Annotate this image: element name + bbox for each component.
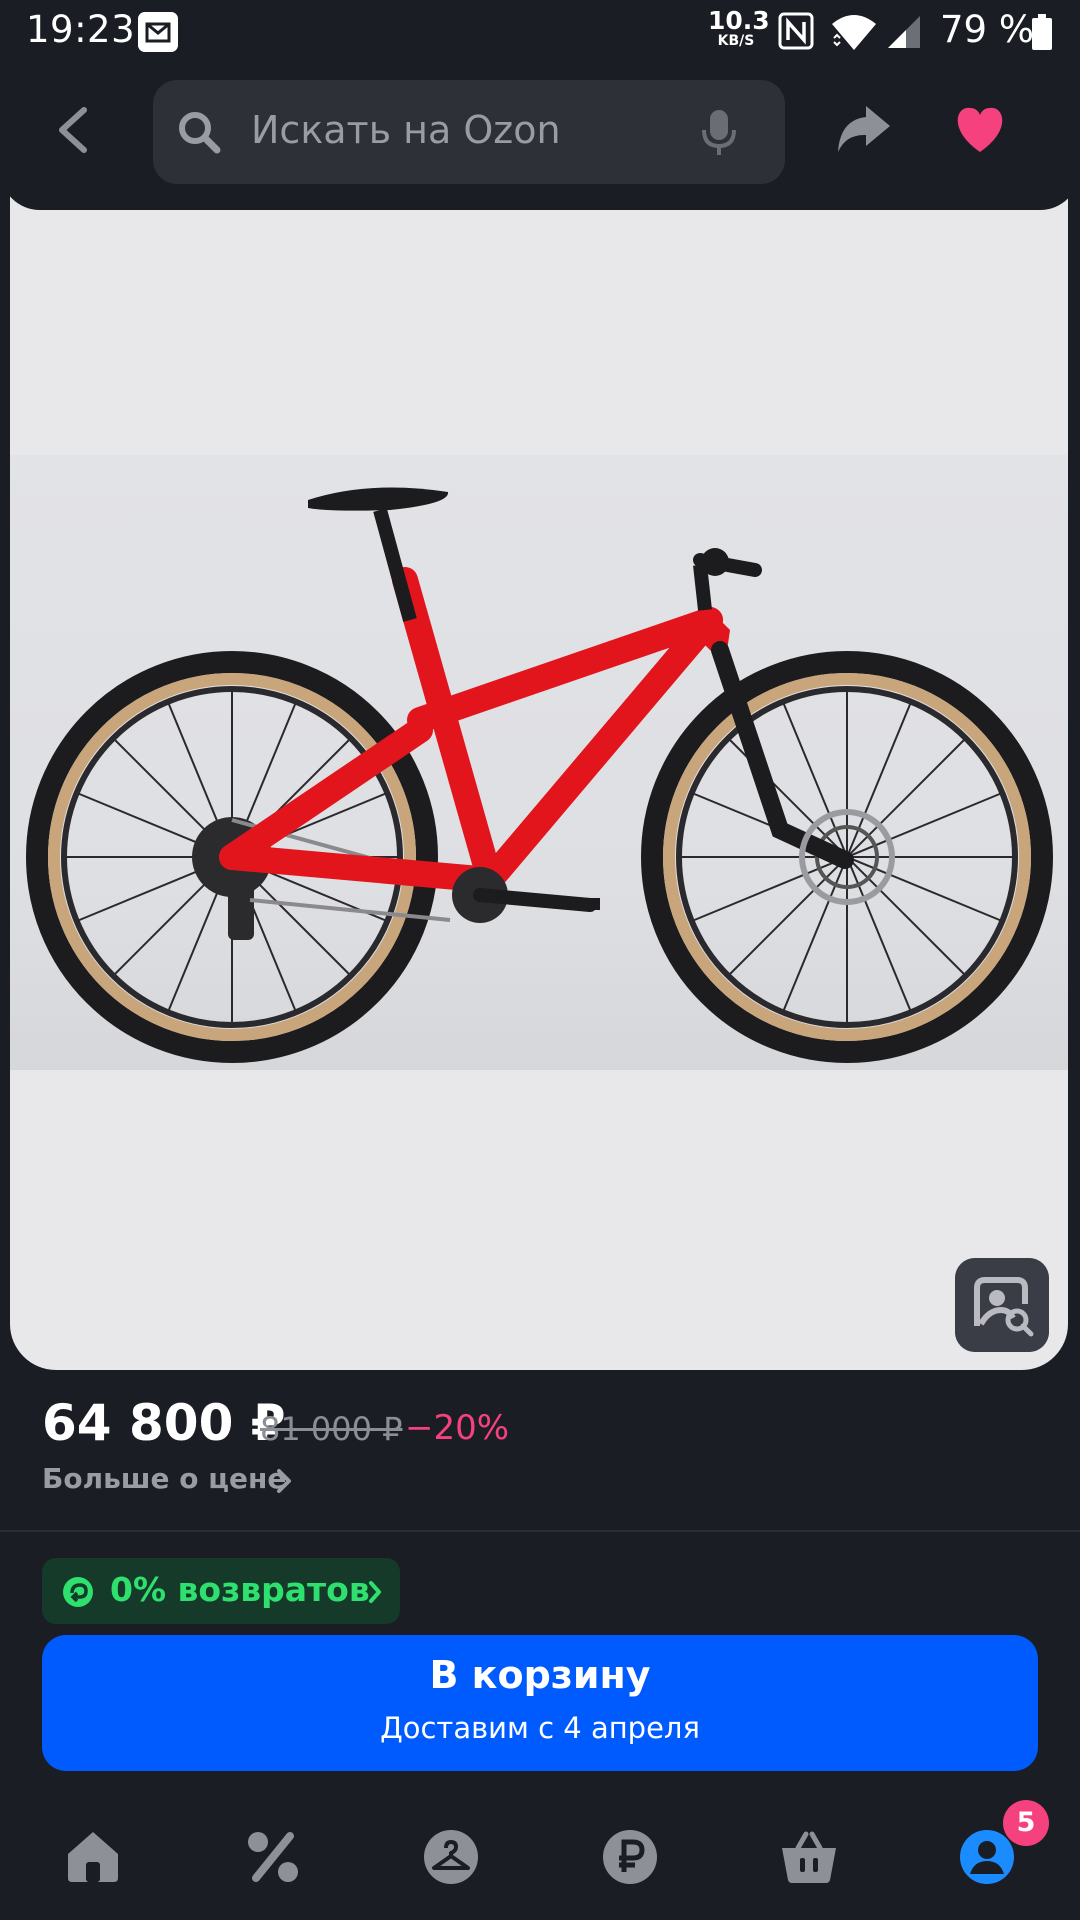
fresh-hanger-icon[interactable] [422, 1828, 480, 1886]
share-icon[interactable] [836, 104, 892, 156]
add-to-cart-button[interactable]: В корзину Доставим с 4 апреля [42, 1635, 1038, 1771]
returns-label: 0% возвратов [110, 1570, 370, 1609]
product-photo-bicycle [26, 487, 1053, 1063]
delivery-date-label: Доставим с 4 апреля [380, 1711, 700, 1745]
image-search-button[interactable] [955, 1258, 1049, 1352]
network-speed-unit: KB/S [717, 33, 755, 49]
current-price: 64 800 ₽ [42, 1394, 286, 1452]
ruble-finance-icon[interactable] [601, 1828, 659, 1886]
returns-badge[interactable]: 0% возвратов [42, 1558, 400, 1624]
status-bar: 19:23 10.3 KB/S 79 % [0, 0, 1080, 62]
discount-percent-icon[interactable] [244, 1828, 302, 1886]
bottom-navigation [0, 1796, 1080, 1920]
nfc-icon [778, 12, 814, 50]
favorite-heart-icon[interactable] [954, 106, 1006, 154]
cart-basket-icon[interactable] [780, 1828, 838, 1886]
more-about-price-link[interactable]: Больше о цене [42, 1462, 286, 1495]
chevron-right-icon [369, 1581, 381, 1603]
home-icon[interactable] [64, 1828, 122, 1886]
divider [0, 1530, 1080, 1532]
network-speed: 10.3 KB/S [708, 6, 770, 49]
search-input[interactable]: Искать на Ozon [153, 80, 785, 184]
gmail-notification-icon [138, 12, 178, 52]
search-placeholder: Искать на Ozon [251, 108, 561, 152]
old-price: 81 000 ₽ [260, 1410, 403, 1448]
discount-percent: −20% [405, 1408, 510, 1448]
wifi-icon [832, 15, 876, 50]
profile-notification-badge: 5 [1003, 1800, 1049, 1846]
return-arrow-icon [63, 1577, 93, 1607]
product-image-card[interactable] [10, 170, 1068, 1370]
chevron-right-icon[interactable] [276, 1468, 292, 1494]
battery-icon [1032, 14, 1052, 50]
cellular-signal-icon [888, 16, 920, 48]
back-arrow-icon[interactable] [52, 104, 92, 156]
network-speed-value: 10.3 [708, 6, 770, 35]
search-icon [179, 112, 221, 154]
battery-percent: 79 % [940, 8, 1034, 51]
microphone-icon[interactable] [699, 108, 739, 158]
add-to-cart-label: В корзину [429, 1653, 651, 1697]
status-time: 19:23 [26, 8, 136, 51]
